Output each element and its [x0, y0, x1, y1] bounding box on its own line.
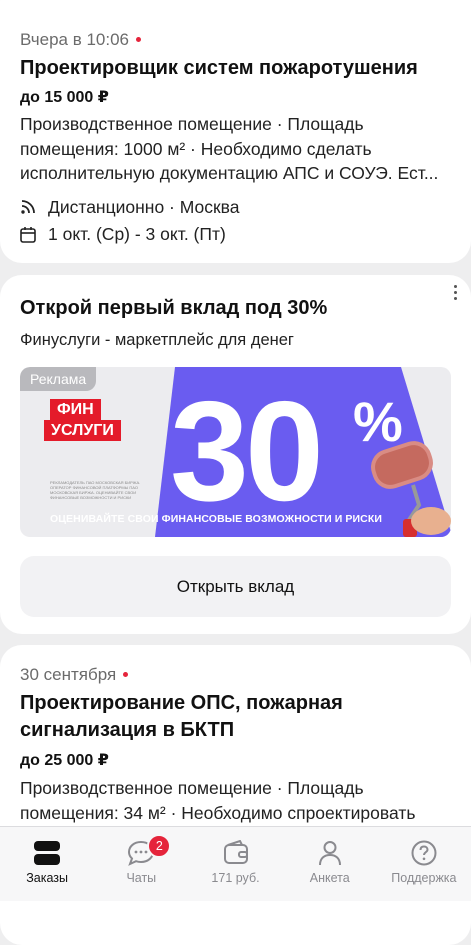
ad-title: Открой первый вклад под 30% [20, 297, 328, 319]
open-deposit-button[interactable]: Открыть вклад [20, 556, 451, 617]
ad-card[interactable]: Открой первый вклад под 30% Финуслуги - … [0, 275, 471, 634]
logo-line-1: ФИН [50, 399, 101, 420]
tab-support[interactable]: Поддержка [377, 827, 471, 901]
tab-label: Поддержка [391, 871, 457, 885]
job-description: Производственное помещение · Площадь пом… [20, 112, 438, 186]
tab-profile[interactable]: Анкета [283, 827, 377, 901]
job-title-line: сигнализация в БКТП [20, 719, 235, 741]
logo-line-2: УСЛУГИ [44, 420, 121, 441]
job-description-line: помещения: 1000 м² · Необходимо сделать [20, 138, 372, 159]
tab-label: Чаты [126, 871, 157, 885]
job-location-row: Дистанционно · Москва [20, 194, 239, 220]
paint-roller-image [371, 441, 451, 537]
job-description-line: помещения: 34 м² · Необходимо спроектиро… [20, 802, 416, 823]
job-date: 30 сентября [20, 665, 129, 685]
job-title: Проектировщик систем пожаротушения [20, 57, 418, 79]
calendar-icon [20, 226, 36, 243]
job-date: Вчера в 10:06 [20, 30, 142, 50]
job-location: Дистанционно · Москва [48, 196, 240, 217]
job-description-line: Производственное помещение · Площадь [20, 114, 364, 134]
ad-banner[interactable]: Реклама ФИН УСЛУГИ 30 % РЕКЛАМОДАТЕЛЬ ПА… [20, 367, 451, 537]
unread-dot [123, 671, 129, 677]
tab-label: Заказы [26, 871, 68, 885]
tab-wallet[interactable]: 171 руб. [188, 827, 282, 901]
help-icon [411, 840, 437, 866]
tab-orders[interactable]: Заказы [0, 827, 94, 901]
job-dates: 1 окт. (Ср) - 3 окт. (Пт) [48, 223, 226, 244]
job-date-text: 30 сентября [20, 665, 117, 684]
orders-icon [34, 841, 61, 865]
chat-badge: 2 [147, 834, 172, 858]
tab-chats[interactable]: 2 Чаты [94, 827, 188, 901]
ad-label: Реклама [20, 367, 97, 391]
tab-label: Анкета [309, 871, 350, 885]
wallet-icon [223, 840, 248, 864]
job-description-line: Производственное помещение · Площадь [20, 778, 364, 798]
banner-big-number: 30 [170, 372, 324, 531]
job-description-line: исполнительную документацию АПС и СОУЭ. … [20, 163, 439, 183]
job-card-1[interactable]: Вчера в 10:06 Проектировщик систем пожар… [0, 0, 471, 263]
tab-label: 171 руб. [211, 871, 260, 885]
unread-dot [136, 36, 142, 42]
remote-signal-icon [21, 200, 35, 214]
job-dates-row: 1 окт. (Ср) - 3 окт. (Пт) [20, 221, 226, 247]
job-title-line: Проектирование ОПС, пожарная [20, 692, 343, 714]
job-date-text: Вчера в 10:06 [20, 30, 130, 49]
ad-subtitle: Финуслуги - маркетплейс для денег [20, 331, 294, 349]
finuslugi-logo: ФИН УСЛУГИ [44, 399, 121, 441]
profile-icon [318, 841, 341, 866]
bottom-tab-bar: Заказы 2 Чаты 171 руб. Анкета Поддержка [0, 826, 471, 901]
banner-fine-print: РЕКЛАМОДАТЕЛЬ ПАО МОСКОВСКАЯ БИРЖА. ОПЕР… [50, 480, 141, 500]
job-salary: до 15 000 ₽ [20, 89, 109, 106]
job-salary: до 25 000 ₽ [20, 752, 109, 769]
job-title: Проектирование ОПС, пожарная сигнализаци… [20, 690, 343, 744]
banner-caption: ОЦЕНИВАЙТЕ СВОИ ФИНАНСОВЫЕ ВОЗМОЖНОСТИ И… [50, 513, 382, 525]
job-description: Производственное помещение · Площадь пом… [20, 776, 415, 825]
more-options-icon[interactable] [453, 285, 459, 303]
